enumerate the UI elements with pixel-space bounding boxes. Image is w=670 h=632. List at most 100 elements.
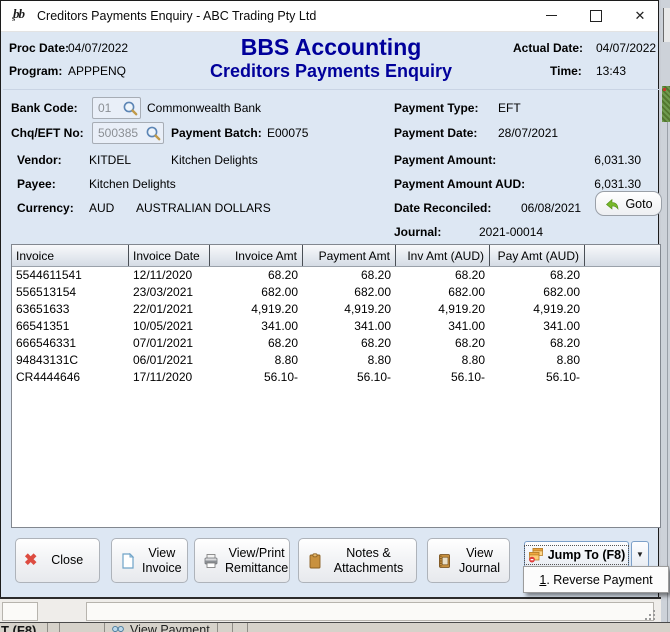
dropdown-arrow-icon: ▼ bbox=[636, 550, 644, 559]
table-row[interactable]: 6365163322/01/20214,919.204,919.204,919.… bbox=[12, 301, 660, 318]
cell: 4,919.20 bbox=[303, 301, 396, 318]
cell-filler bbox=[585, 284, 660, 301]
close-icon: ✕ bbox=[635, 8, 646, 24]
actual-date-value: 04/07/2022 bbox=[596, 41, 656, 55]
cell: 68.20 bbox=[396, 267, 490, 284]
invoice-table-body: 554461154112/11/202068.2068.2068.2068.20… bbox=[12, 267, 660, 386]
payee-value: Kitchen Delights bbox=[89, 177, 176, 191]
jump-to-dropdown-button[interactable]: ▼ bbox=[631, 541, 649, 568]
cell-filler bbox=[585, 352, 660, 369]
column-header[interactable]: Inv Amt (AUD) bbox=[396, 245, 490, 266]
title-bar[interactable]: bb s Creditors Payments Enquiry - ABC Tr… bbox=[1, 1, 658, 32]
cell: 341.00 bbox=[210, 318, 303, 335]
cell: 63651633 bbox=[12, 301, 129, 318]
minimize-button[interactable] bbox=[529, 1, 573, 30]
time-value: 13:43 bbox=[596, 64, 626, 78]
chq-eft-lookup-icon[interactable] bbox=[145, 125, 162, 142]
cell: 68.20 bbox=[210, 267, 303, 284]
cell: 56.10- bbox=[490, 369, 585, 386]
chq-eft-input[interactable] bbox=[93, 126, 145, 140]
maximize-button[interactable] bbox=[574, 1, 618, 30]
date-reconciled-value: 06/08/2021 bbox=[521, 201, 581, 215]
view-journal-button[interactable]: View Journal bbox=[427, 538, 510, 583]
cell: CR4444646 bbox=[12, 369, 129, 386]
cell: 682.00 bbox=[490, 284, 585, 301]
window-title: Creditors Payments Enquiry - ABC Trading… bbox=[37, 9, 316, 23]
column-header[interactable]: Payment Amt bbox=[303, 245, 396, 266]
cell: 682.00 bbox=[303, 284, 396, 301]
payment-amount-value: 6,031.30 bbox=[551, 153, 641, 167]
cell-filler bbox=[585, 335, 660, 352]
column-header[interactable]: Invoice Date bbox=[129, 245, 210, 266]
cell: 56.10- bbox=[303, 369, 396, 386]
goto-arrow-icon bbox=[604, 196, 620, 212]
view-print-remittance-button[interactable]: View/Print Remittance bbox=[194, 538, 290, 583]
cell: 68.20 bbox=[396, 335, 490, 352]
time-label: Time: bbox=[550, 64, 582, 78]
actual-date-label: Actual Date: bbox=[513, 41, 583, 55]
resize-grip[interactable] bbox=[653, 618, 655, 620]
view-invoice-button[interactable]: View Invoice bbox=[111, 538, 188, 583]
close-window-button[interactable]: ✕ bbox=[618, 1, 662, 30]
payment-amount-label: Payment Amount: bbox=[394, 153, 496, 167]
background-window-right-strip bbox=[661, 0, 670, 632]
cell: 22/01/2021 bbox=[129, 301, 210, 318]
background-fragment-line bbox=[667, 122, 668, 622]
cell: 94843131C bbox=[12, 352, 129, 369]
view-payment-icon bbox=[112, 624, 124, 632]
clipboard-icon bbox=[307, 553, 323, 569]
chq-eft-label: Chq/EFT No: bbox=[11, 126, 84, 140]
payment-amount-aud-label: Payment Amount AUD: bbox=[394, 177, 525, 191]
cell: 66541351 bbox=[12, 318, 129, 335]
payee-label: Payee: bbox=[17, 177, 56, 191]
table-row[interactable]: 55651315423/03/2021682.00682.00682.00682… bbox=[12, 284, 660, 301]
table-row[interactable]: CR444464617/11/202056.10-56.10-56.10-56.… bbox=[12, 369, 660, 386]
table-row[interactable]: 94843131C06/01/20218.808.808.808.80 bbox=[12, 352, 660, 369]
close-button-label: Close bbox=[43, 553, 91, 568]
cell: 4,919.20 bbox=[210, 301, 303, 318]
cell: 8.80 bbox=[396, 352, 490, 369]
menu-item-reverse-payment[interactable]: 1. Reverse Payment bbox=[539, 573, 652, 587]
cell-filler bbox=[585, 318, 660, 335]
background-fragment-red bbox=[663, 88, 666, 91]
app-icon: bb s bbox=[11, 5, 31, 25]
table-row[interactable]: 66654633107/01/202168.2068.2068.2068.20 bbox=[12, 335, 660, 352]
currency-code: AUD bbox=[89, 201, 114, 215]
view-journal-label: View Journal bbox=[458, 546, 501, 576]
document-icon bbox=[120, 553, 136, 569]
notes-attachments-button[interactable]: Notes & Attachments bbox=[298, 538, 417, 583]
cell: 56.10- bbox=[396, 369, 490, 386]
cell: 06/01/2021 bbox=[129, 352, 210, 369]
invoice-table: InvoiceInvoice DateInvoice AmtPayment Am… bbox=[11, 244, 661, 528]
bank-name: Commonwealth Bank bbox=[147, 101, 261, 115]
cell-filler bbox=[585, 369, 660, 386]
table-row[interactable]: 554461154112/11/202068.2068.2068.2068.20 bbox=[12, 267, 660, 284]
header-separator bbox=[3, 89, 659, 90]
journal-label: Journal: bbox=[394, 225, 441, 239]
cell: 68.20 bbox=[210, 335, 303, 352]
cell: 56.10- bbox=[210, 369, 303, 386]
journal-book-icon bbox=[436, 553, 452, 569]
table-row[interactable]: 6654135110/05/2021341.00341.00341.00341.… bbox=[12, 318, 660, 335]
cell-filler bbox=[585, 301, 660, 318]
cell: 5544611541 bbox=[12, 267, 129, 284]
bank-code-lookup-icon[interactable] bbox=[122, 100, 139, 117]
status-panel-small bbox=[2, 602, 38, 621]
column-header[interactable]: Pay Amt (AUD) bbox=[490, 245, 585, 266]
maximize-icon bbox=[590, 10, 602, 22]
close-button[interactable]: ✖ Close bbox=[15, 538, 100, 583]
bank-code-input[interactable] bbox=[93, 101, 122, 115]
cell: 17/11/2020 bbox=[129, 369, 210, 386]
vendor-name: Kitchen Delights bbox=[171, 153, 258, 167]
payment-batch-label: Payment Batch: bbox=[171, 126, 262, 140]
invoice-table-header: InvoiceInvoice DateInvoice AmtPayment Am… bbox=[12, 245, 660, 267]
payment-date-label: Payment Date: bbox=[394, 126, 477, 140]
cell: 23/03/2021 bbox=[129, 284, 210, 301]
cell: 68.20 bbox=[303, 335, 396, 352]
column-header[interactable]: Invoice Amt bbox=[210, 245, 303, 266]
column-header[interactable]: Invoice bbox=[12, 245, 129, 266]
goto-button[interactable]: Goto bbox=[595, 191, 662, 216]
payment-type-label: Payment Type: bbox=[394, 101, 478, 115]
cell: 12/11/2020 bbox=[129, 267, 210, 284]
jump-to-button[interactable]: Jump To (F8) bbox=[524, 541, 629, 568]
